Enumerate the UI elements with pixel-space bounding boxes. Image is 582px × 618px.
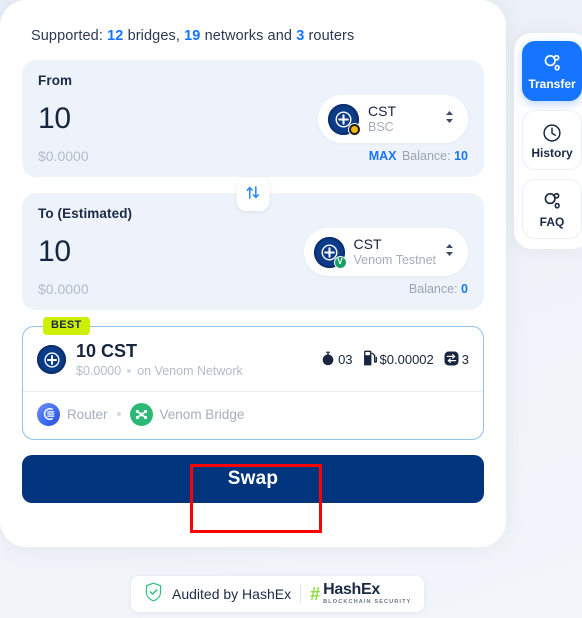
from-balance-value: 10 <box>454 149 468 163</box>
routers-word: routers <box>308 28 355 44</box>
swap-vertical-arrows-icon <box>245 184 262 206</box>
from-panel: From CST BSC <box>22 60 484 177</box>
route-time-value: 03 <box>338 352 353 368</box>
clock-icon <box>541 122 563 144</box>
to-token-icon-wrap: V <box>313 236 347 269</box>
gas-pump-icon <box>363 350 377 369</box>
route-usd-value: $0.0000 <box>76 363 122 378</box>
sidebar-label-transfer: Transfer <box>528 77 576 91</box>
from-token-symbol: CST <box>368 103 396 120</box>
from-balance: MAX Balance: 10 <box>369 149 468 163</box>
to-balance-value: 0 <box>461 282 468 296</box>
supported-prefix: Supported: <box>31 28 103 44</box>
hashex-wordmark: HashEx BLOCKCHAIN SECURITY <box>323 582 411 606</box>
networks-count: 19 <box>184 28 201 44</box>
from-balance-label: Balance: <box>401 149 451 163</box>
route-summary-row: 10 CST $0.0000 on Venom Network 03 $0.00… <box>37 341 469 379</box>
hashex-logo: # HashEx BLOCKCHAIN SECURITY <box>310 582 411 606</box>
to-balance-label: Balance: <box>408 282 458 296</box>
side-navigation: Transfer History FAQ <box>514 33 582 249</box>
dot-separator-icon <box>127 368 132 373</box>
hashex-tagline: BLOCKCHAIN SECURITY <box>323 599 412 606</box>
bsc-chain-badge <box>348 122 361 136</box>
provider-router-label: Router <box>67 406 108 422</box>
chevron-up-down-icon <box>444 242 455 263</box>
audit-divider <box>300 584 302 604</box>
from-label: From <box>38 73 73 88</box>
sidebar-item-history[interactable]: History <box>522 110 582 170</box>
swap-card: Supported: 12 bridges, 19 networks and 3… <box>0 0 506 547</box>
from-panel-row: CST BSC <box>38 92 468 146</box>
provider-venom-bridge: Venom Bridge <box>129 402 245 426</box>
route-stats: 03 $0.00002 3 <box>321 350 469 369</box>
route-subline: $0.0000 on Venom Network <box>76 363 243 379</box>
route-network-text: on Venom Network <box>137 363 243 378</box>
faq-bubbles-icon <box>541 190 564 213</box>
sidebar-label-faq: FAQ <box>539 215 565 229</box>
sidebar-item-transfer[interactable]: Transfer <box>522 41 582 101</box>
to-usd-value: $0.0000 <box>38 281 89 297</box>
supported-summary: Supported: 12 bridges, 19 networks and 3… <box>22 28 484 44</box>
best-route-card[interactable]: BEST 10 CST $0.0000 on Venom Network 03 … <box>22 317 484 440</box>
audit-text: Audited by HashEx <box>172 586 292 602</box>
swap-direction-button[interactable] <box>236 178 270 211</box>
route-token-block: 10 CST $0.0000 on Venom Network <box>37 341 243 379</box>
to-token-select[interactable]: V CST Venom Testnet <box>303 228 468 276</box>
stopwatch-icon <box>321 351 335 369</box>
from-token-select[interactable]: CST BSC <box>318 95 468 143</box>
route-gas-stat: $0.00002 <box>363 350 434 369</box>
bridges-count: 12 <box>107 28 124 44</box>
bridges-word: bridges, <box>127 28 180 44</box>
route-token-text: 10 CST $0.0000 on Venom Network <box>76 341 243 379</box>
provider-venom-label: Venom Bridge <box>159 406 245 422</box>
route-gas-value: $0.00002 <box>379 352 434 368</box>
to-panel-footer: $0.0000 Balance: 0 <box>38 281 468 299</box>
router-protocol-icon <box>37 402 60 426</box>
from-amount-input[interactable] <box>38 102 248 136</box>
networks-word: networks and <box>204 28 293 44</box>
venom-bridge-icon <box>129 402 153 426</box>
to-token-text: CST Venom Testnet <box>354 236 436 267</box>
swap-button[interactable]: Swap <box>22 454 484 503</box>
shield-check-icon <box>144 582 163 607</box>
route-amount: 10 CST <box>76 341 138 361</box>
venom-chain-badge: V <box>333 255 347 269</box>
sidebar-item-faq[interactable]: FAQ <box>522 179 582 239</box>
to-balance: Balance: 0 <box>409 282 468 296</box>
routers-count: 3 <box>296 28 305 44</box>
from-panel-footer: $0.0000 MAX Balance: 10 <box>38 148 468 166</box>
sidebar-label-history: History <box>531 145 573 160</box>
transfer-bubbles-icon <box>541 52 564 75</box>
max-button[interactable]: MAX <box>369 149 397 163</box>
from-token-chain: BSC <box>368 119 394 134</box>
hashex-hash-mark: # <box>310 584 321 604</box>
cst-token-icon <box>37 345 66 375</box>
to-token-symbol: CST <box>353 236 382 253</box>
route-steps-value: 3 <box>461 352 469 368</box>
swap-steps-icon <box>444 351 459 369</box>
dot-separator-icon <box>116 412 121 417</box>
from-token-icon-wrap <box>328 103 361 136</box>
best-badge: BEST <box>43 317 90 336</box>
to-token-chain: Venom Testnet <box>353 252 436 267</box>
route-providers: Router Venom Bridge <box>37 392 469 439</box>
route-steps-stat: 3 <box>444 351 469 369</box>
hashex-name: HashEx <box>323 581 380 599</box>
from-token-text: CST BSC <box>368 103 436 134</box>
to-panel-row: V CST Venom Testnet <box>38 225 468 279</box>
route-time-stat: 03 <box>321 351 353 369</box>
chevron-up-down-icon <box>444 109 455 130</box>
to-amount-input[interactable] <box>38 235 248 269</box>
provider-router: Router <box>37 402 108 426</box>
from-usd-value: $0.0000 <box>38 148 89 164</box>
audited-by-badge[interactable]: Audited by HashEx # HashEx BLOCKCHAIN SE… <box>131 576 425 612</box>
